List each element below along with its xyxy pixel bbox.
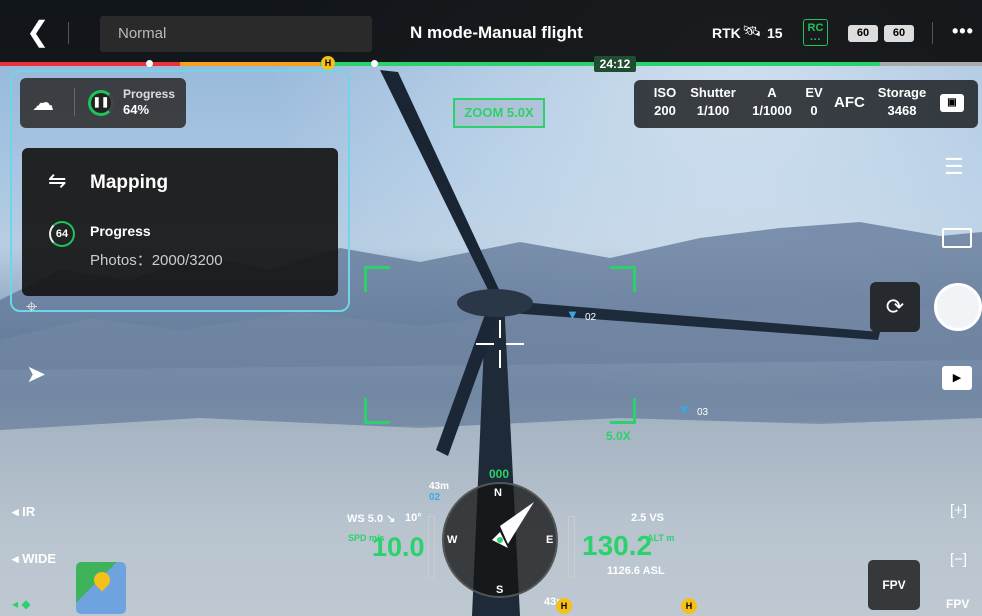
heading-value: 000 bbox=[489, 467, 510, 481]
timeline-marker bbox=[371, 60, 378, 67]
timeline-marker bbox=[146, 60, 153, 67]
home-point-icon: H bbox=[681, 598, 697, 614]
camera-view: ❮ Normal N mode-Manual flight RTK 🛰 15 R… bbox=[0, 0, 982, 616]
wide-camera-button[interactable]: ◂ WIDE bbox=[12, 551, 56, 567]
mapping-panel bbox=[22, 148, 338, 296]
ev-label: EV bbox=[805, 85, 823, 100]
waypoint-icon[interactable]: ▼ bbox=[566, 307, 579, 322]
camera-mode-icon[interactable]: ▣ bbox=[940, 94, 964, 112]
panel-progress-label: Progress bbox=[90, 223, 151, 239]
distance-value: 43m bbox=[429, 481, 450, 492]
battery-2[interactable]: 60 bbox=[884, 25, 914, 42]
waypoint-label: 02 bbox=[585, 312, 597, 323]
progress-value: 64% bbox=[123, 102, 150, 117]
rc-signal-badge[interactable]: RC ··· bbox=[803, 19, 828, 46]
ir-label: IR bbox=[22, 504, 36, 519]
divider bbox=[932, 22, 933, 44]
zoom-badge: ZOOM 5.0X bbox=[453, 98, 545, 128]
shutter-button[interactable] bbox=[934, 283, 982, 331]
tilt-angle: 10° bbox=[405, 512, 422, 524]
satellite-count: 15 bbox=[767, 25, 783, 41]
compass-north: N bbox=[494, 487, 502, 499]
pause-icon[interactable]: ❚❚ bbox=[88, 90, 114, 116]
battery-1[interactable]: 60 bbox=[848, 25, 878, 42]
speed-bar bbox=[428, 516, 435, 578]
crosshair-icon bbox=[476, 320, 524, 368]
storage-label: Storage bbox=[877, 85, 927, 100]
compass-south: S bbox=[496, 584, 504, 596]
divider bbox=[68, 22, 69, 44]
mapping-title: Mapping bbox=[90, 172, 169, 193]
display-mode-icon[interactable] bbox=[942, 228, 972, 248]
ai-track-icon[interactable]: ⟳ bbox=[870, 282, 920, 332]
ev-param[interactable]: EV 0 bbox=[802, 84, 826, 120]
ir-camera-button[interactable]: ◂ IR bbox=[12, 504, 35, 520]
altitude-bar bbox=[568, 516, 575, 578]
shutter-label: Shutter bbox=[690, 85, 736, 100]
target-icon[interactable]: ⌖ bbox=[26, 296, 37, 319]
timeline-segment-low bbox=[0, 62, 180, 66]
aperture-label: A bbox=[767, 85, 777, 100]
more-icon[interactable]: ••• bbox=[952, 21, 974, 42]
aperture-param[interactable]: A 1/1000 bbox=[744, 84, 800, 120]
speed-value: 10.0 bbox=[372, 532, 425, 562]
flight-mode-label: Normal bbox=[118, 25, 167, 42]
location-icon[interactable]: ◂ ◆ bbox=[12, 597, 31, 611]
distance-to-waypoint: 43m 02 bbox=[429, 481, 449, 503]
settings-sliders-icon[interactable]: ☰ bbox=[944, 154, 964, 180]
focus-mode[interactable]: AFC bbox=[834, 94, 865, 111]
focus-frame-corner bbox=[610, 266, 636, 292]
cloud-icon: ☁ bbox=[32, 90, 54, 115]
waypoint-label: 03 bbox=[697, 407, 709, 418]
progress-label: Progress bbox=[123, 87, 176, 101]
divider bbox=[74, 88, 75, 116]
home-marker-icon: H bbox=[321, 56, 335, 70]
wide-label: WIDE bbox=[22, 551, 57, 566]
vertical-speed: 2.5 VS bbox=[631, 512, 665, 524]
wind-speed: WS 5.0 ↘ bbox=[347, 513, 396, 525]
focus-frame-corner bbox=[364, 266, 390, 292]
iso-value: 200 bbox=[654, 103, 676, 118]
iso-param[interactable]: ISO 200 bbox=[650, 84, 680, 120]
fpv-label[interactable]: FPV bbox=[946, 597, 969, 611]
flight-mode-selector[interactable]: Normal bbox=[100, 16, 372, 52]
waypoint-icon[interactable]: ▼ bbox=[678, 402, 691, 417]
route-icon: ⇋ bbox=[48, 168, 67, 193]
iso-label: ISO bbox=[653, 85, 677, 100]
playback-icon[interactable]: ▶ bbox=[942, 366, 972, 390]
zoom-indicator: 5.0X bbox=[606, 429, 631, 443]
focus-frame-corner bbox=[364, 398, 390, 424]
zoom-in-icon[interactable]: [+] bbox=[950, 502, 967, 519]
aperture-value: 1/1000 bbox=[752, 103, 792, 118]
chevron-left-icon[interactable]: ❮ bbox=[26, 18, 52, 48]
storage-value: 3468 bbox=[887, 103, 917, 118]
asl-altitude: 1126.6 ASL bbox=[607, 565, 665, 577]
shutter-value: 1/100 bbox=[696, 103, 730, 118]
compass-west: W bbox=[447, 534, 458, 546]
compass-needle-icon bbox=[492, 502, 534, 548]
altitude-value: 130.2 bbox=[582, 530, 653, 561]
timeline-segment-remaining bbox=[880, 62, 982, 66]
home-point-icon: H bbox=[556, 598, 572, 614]
shutter-param[interactable]: Shutter 1/100 bbox=[688, 84, 738, 120]
satellite-icon: 🛰 bbox=[742, 23, 762, 40]
timeline-segment-mid bbox=[180, 62, 320, 66]
compass-east: E bbox=[546, 534, 554, 546]
next-waypoint-label: 02 bbox=[429, 492, 441, 503]
rtk-status[interactable]: RTK bbox=[712, 25, 741, 41]
aircraft-icon: ➤ bbox=[26, 361, 47, 388]
fpv-button[interactable]: FPV bbox=[868, 560, 920, 610]
ev-value: 0 bbox=[810, 103, 818, 118]
altitude-unit-label: ALT m bbox=[647, 533, 675, 543]
photos-count: Photos：2000/3200 bbox=[90, 252, 223, 269]
rc-label: RC bbox=[807, 22, 824, 34]
storage-param[interactable]: Storage 3468 bbox=[874, 84, 930, 120]
focus-frame-corner bbox=[610, 398, 636, 424]
zoom-out-icon[interactable]: [−] bbox=[950, 551, 967, 568]
page-title: N mode-Manual flight bbox=[410, 23, 583, 42]
progress-ring: 64 bbox=[49, 221, 75, 247]
flight-time-remaining: 24:12 bbox=[594, 56, 636, 72]
